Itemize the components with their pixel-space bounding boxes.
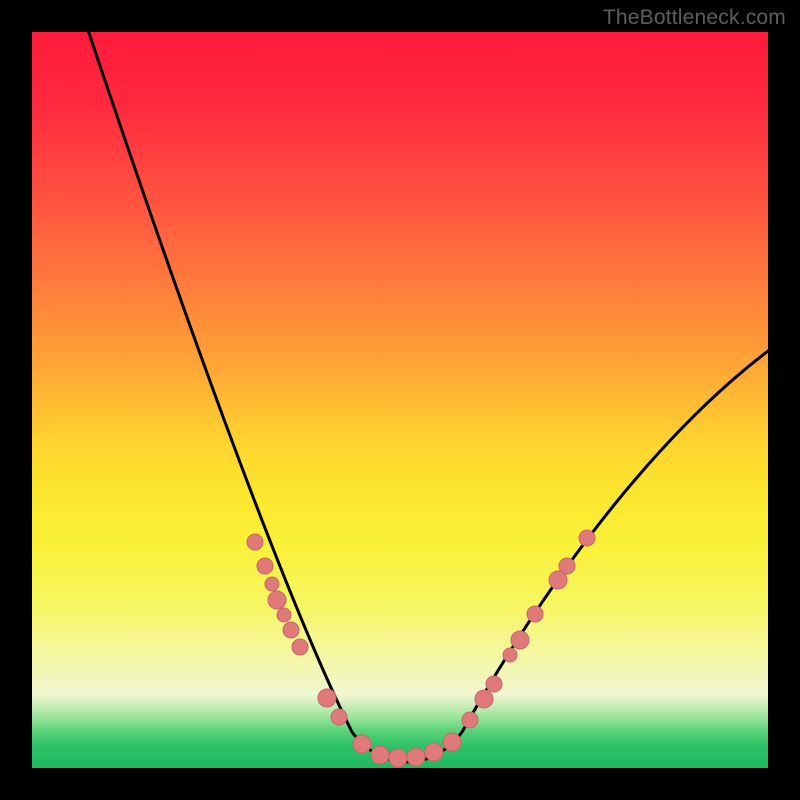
data-marker	[331, 709, 347, 725]
data-marker	[475, 690, 493, 708]
data-marker	[407, 748, 425, 766]
bottleneck-curve	[82, 32, 768, 762]
watermark-text: TheBottleneck.com	[603, 6, 786, 30]
data-marker	[443, 733, 461, 751]
data-marker	[292, 639, 308, 655]
plot-area	[32, 32, 768, 768]
data-marker	[527, 606, 543, 622]
data-marker	[277, 608, 291, 622]
data-marker	[579, 530, 595, 546]
data-marker	[371, 746, 389, 764]
data-marker	[425, 743, 443, 761]
data-marker	[283, 622, 299, 638]
data-marker	[503, 648, 517, 662]
chart-svg	[32, 32, 768, 768]
outer-frame: TheBottleneck.com	[0, 0, 800, 800]
data-marker	[247, 534, 263, 550]
data-marker	[268, 591, 286, 609]
data-marker	[257, 558, 273, 574]
data-marker	[318, 689, 336, 707]
data-marker	[511, 631, 529, 649]
data-marker	[559, 558, 575, 574]
data-marker	[389, 749, 407, 767]
data-marker	[353, 735, 371, 753]
data-marker	[265, 577, 279, 591]
data-marker	[462, 712, 478, 728]
data-marker	[486, 676, 502, 692]
marker-layer	[247, 530, 595, 767]
